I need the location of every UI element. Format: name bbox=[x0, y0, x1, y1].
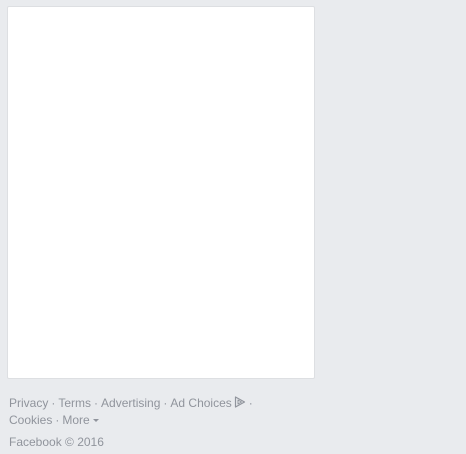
adchoices-icon bbox=[234, 396, 246, 412]
footer-links-row-2: Cookies · More bbox=[9, 412, 309, 428]
footer: Privacy · Terms · Advertising · Ad Choices · Co… bbox=[9, 395, 309, 450]
separator: · bbox=[55, 413, 60, 427]
terms-link[interactable]: Terms bbox=[58, 396, 91, 410]
ad-choices-label: Ad Choices bbox=[170, 396, 232, 410]
separator: · bbox=[163, 396, 168, 410]
separator: · bbox=[51, 396, 56, 410]
copyright: Facebook © 2016 bbox=[9, 435, 104, 449]
more-link[interactable]: More bbox=[62, 413, 99, 427]
ad-choices-link[interactable]: Ad Choices bbox=[170, 396, 245, 410]
advertising-link[interactable]: Advertising bbox=[101, 396, 160, 410]
privacy-link[interactable]: Privacy bbox=[9, 396, 48, 410]
separator: · bbox=[248, 396, 253, 410]
empty-content-card bbox=[7, 6, 315, 379]
separator: · bbox=[94, 396, 99, 410]
cookies-link[interactable]: Cookies bbox=[9, 413, 52, 427]
footer-links-row-1: Privacy · Terms · Advertising · Ad Choices · bbox=[9, 395, 309, 412]
chevron-down-icon bbox=[92, 419, 99, 422]
more-label: More bbox=[62, 413, 90, 427]
page: Privacy · Terms · Advertising · Ad Choices · Co… bbox=[0, 0, 466, 454]
